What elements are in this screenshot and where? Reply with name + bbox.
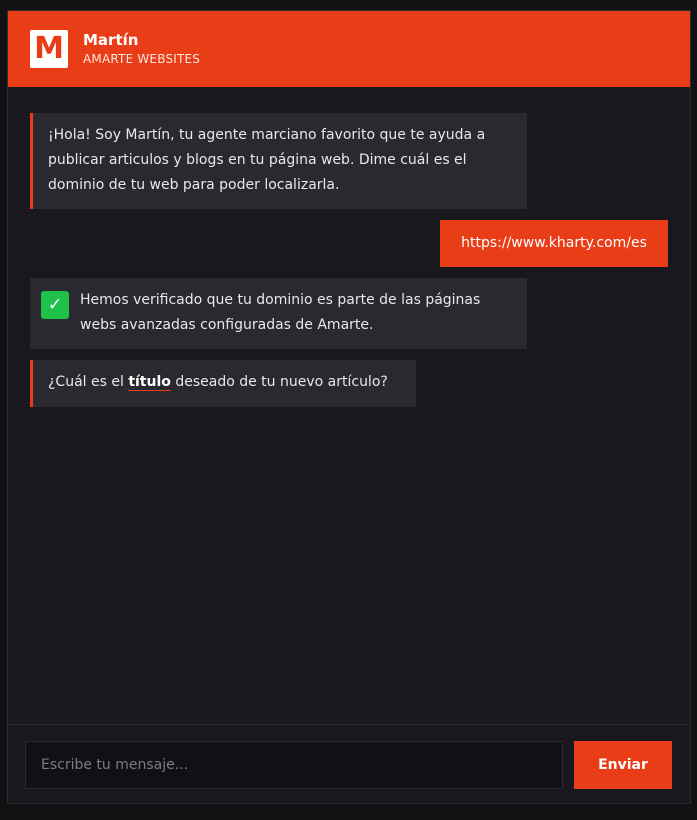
bot-message-text: Hemos verificado que tu dominio es parte… (80, 292, 481, 333)
logo-letter: M (34, 31, 64, 66)
check-icon: ✓ (41, 291, 69, 319)
bot-message-greeting: ¡Hola! Soy Martín, tu agente marciano fa… (30, 113, 527, 209)
message-list: ¡Hola! Soy Martín, tu agente marciano fa… (8, 87, 690, 724)
chat-header: M Martín AMARTE WEBSITES (8, 11, 690, 87)
user-message-text: https://www.kharty.com/es (461, 235, 647, 251)
question-highlight: título (128, 374, 171, 390)
agent-name: Martín (83, 31, 139, 49)
bot-message-question: ¿Cuál es el título deseado de tu nuevo a… (30, 360, 416, 407)
question-text-after: deseado de tu nuevo artículo? (170, 374, 388, 390)
message-composer: Enviar (8, 724, 690, 803)
agent-organization: AMARTE WEBSITES (83, 52, 201, 66)
question-text-before: ¿Cuál es el (48, 374, 129, 390)
m-logo-icon: M (30, 30, 68, 68)
send-button[interactable]: Enviar (574, 741, 672, 789)
bot-message-verified: ✓ Hemos verificado que tu dominio es par… (30, 278, 527, 349)
chat-window: M Martín AMARTE WEBSITES ¡Hola! Soy Mart… (7, 10, 691, 804)
bot-message-text: ¡Hola! Soy Martín, tu agente marciano fa… (48, 127, 486, 193)
user-message-domain: https://www.kharty.com/es (440, 220, 668, 267)
message-input[interactable] (25, 741, 563, 789)
